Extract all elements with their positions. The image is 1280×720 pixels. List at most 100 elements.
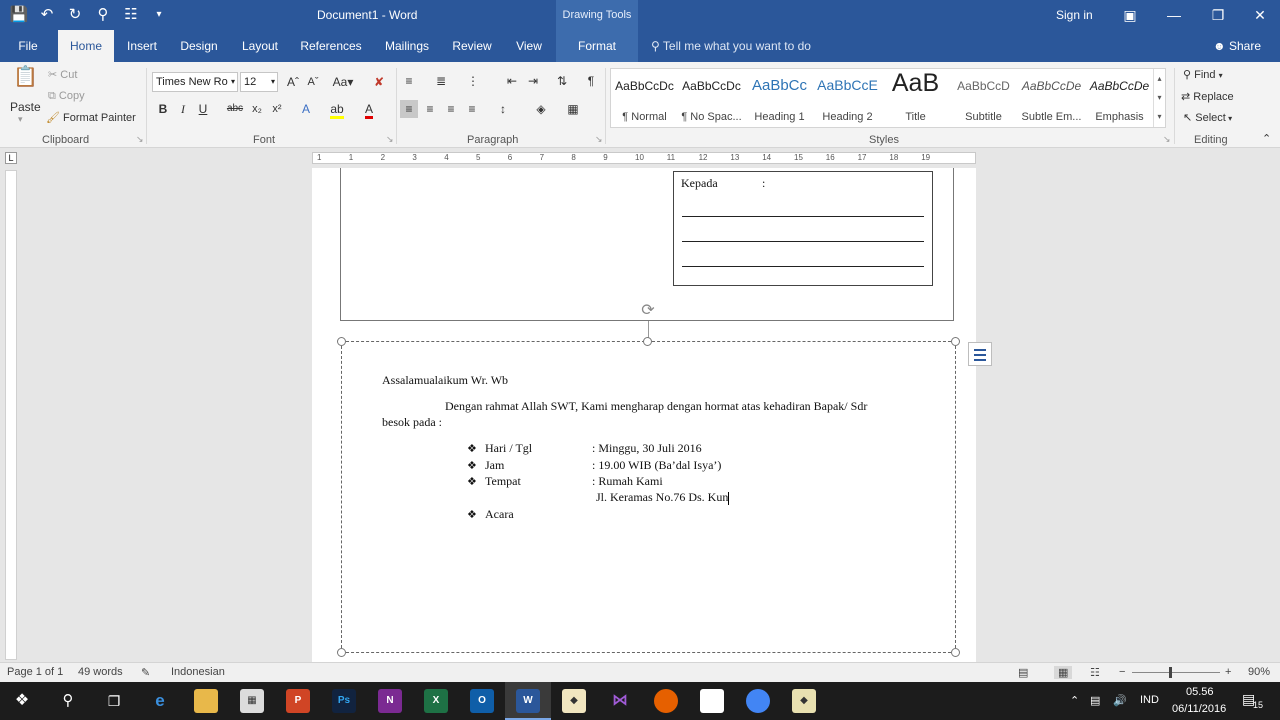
- page-count[interactable]: Page 1 of 1: [7, 666, 63, 678]
- powerpoint-icon[interactable]: P: [286, 689, 310, 713]
- clock-date[interactable]: 06/11/2016: [1172, 703, 1226, 715]
- style-title[interactable]: AaB Title: [882, 69, 949, 127]
- paragraph-launcher-icon[interactable]: ↘: [595, 134, 603, 145]
- rotate-handle-icon[interactable]: ⟳: [638, 301, 658, 321]
- format-painter-button[interactable]: 🖌 Format Painter: [46, 111, 136, 124]
- line-spacing-icon[interactable]: ↕: [494, 100, 512, 118]
- undo-icon[interactable]: ↶: [36, 4, 58, 26]
- bullets-icon[interactable]: ≡: [400, 72, 418, 90]
- tab-insert[interactable]: Insert: [120, 30, 164, 62]
- visual-studio-icon[interactable]: ⋈: [608, 689, 632, 713]
- zoom-in-icon[interactable]: +: [1225, 666, 1231, 678]
- print-layout-icon[interactable]: ▦: [1054, 666, 1073, 679]
- find-button[interactable]: ⚲ Find ▾: [1183, 68, 1223, 81]
- shrink-font-icon[interactable]: Aˇ: [304, 73, 322, 91]
- justify-icon[interactable]: ≡: [463, 100, 481, 118]
- input-language[interactable]: IND: [1140, 694, 1159, 706]
- zoom-level[interactable]: 90%: [1248, 666, 1270, 678]
- align-right-icon[interactable]: ≡: [442, 100, 460, 118]
- proofing-icon[interactable]: ✎: [141, 666, 150, 679]
- style-subtle-emphasis[interactable]: AaBbCcDe Subtle Em...: [1018, 69, 1085, 127]
- select-button[interactable]: ↖ Select ▾: [1183, 111, 1232, 124]
- font-size-combo[interactable]: 12 ▾: [240, 72, 278, 92]
- word-count[interactable]: 49 words: [78, 666, 123, 678]
- style-emphasis[interactable]: AaBbCcDe Emphasis: [1086, 69, 1153, 127]
- paste-button[interactable]: Paste: [10, 100, 41, 114]
- resize-handle[interactable]: [643, 337, 652, 346]
- network-icon[interactable]: ▤: [1090, 694, 1100, 707]
- print-preview-icon[interactable]: ☷: [120, 4, 142, 26]
- style-no-spacing[interactable]: AaBbCcDc ¶ No Spac...: [678, 69, 745, 127]
- text-effects-icon[interactable]: A: [297, 100, 315, 118]
- italic-button[interactable]: I: [174, 100, 192, 118]
- volume-icon[interactable]: 🔊: [1113, 694, 1127, 707]
- tab-home[interactable]: Home: [58, 30, 114, 62]
- align-center-icon[interactable]: ≡: [421, 100, 439, 118]
- tab-references[interactable]: References: [298, 30, 364, 62]
- tab-view[interactable]: View: [508, 30, 550, 62]
- bold-button[interactable]: B: [154, 100, 172, 118]
- clock-time[interactable]: 05.56: [1186, 686, 1214, 698]
- style-heading-1[interactable]: AaBbCc Heading 1: [746, 69, 813, 127]
- font-color-icon[interactable]: A: [360, 100, 378, 119]
- onenote-icon[interactable]: N: [378, 689, 402, 713]
- change-case-icon[interactable]: Aa▾: [330, 73, 356, 91]
- touch-mode-icon[interactable]: ⚲: [92, 4, 114, 26]
- ribbon-display-options-icon[interactable]: ▣: [1108, 0, 1152, 30]
- store-icon[interactable]: ▦: [240, 689, 264, 713]
- restore-icon[interactable]: ❐: [1196, 0, 1240, 30]
- photoshop-icon[interactable]: Ps: [332, 689, 356, 713]
- zoom-slider-thumb[interactable]: [1169, 667, 1172, 678]
- layout-options-icon[interactable]: [968, 342, 992, 366]
- tab-review[interactable]: Review: [448, 30, 496, 62]
- shading-icon[interactable]: ◈: [532, 100, 550, 118]
- show-formatting-icon[interactable]: ¶: [582, 72, 600, 90]
- read-mode-icon[interactable]: ▤: [1018, 666, 1028, 679]
- outlook-icon[interactable]: O: [470, 689, 494, 713]
- borders-icon[interactable]: ▦: [564, 100, 582, 118]
- show-hidden-icons-icon[interactable]: ⌃: [1070, 694, 1079, 707]
- tab-design[interactable]: Design: [176, 30, 222, 62]
- align-left-icon[interactable]: ≡: [400, 100, 418, 118]
- tell-me-box[interactable]: ⚲ Tell me what you want to do: [651, 39, 811, 53]
- style-subtitle[interactable]: AaBbCcD Subtitle: [950, 69, 1017, 127]
- app-icon[interactable]: ◆: [562, 689, 586, 713]
- clear-formatting-icon[interactable]: ✘: [370, 73, 388, 91]
- notepad-icon[interactable]: [700, 689, 724, 713]
- styles-scroll[interactable]: ▴ ▾ ▾: [1153, 69, 1165, 127]
- cut-button[interactable]: ✂ Cut: [48, 68, 77, 81]
- highlight-icon[interactable]: ab: [328, 100, 346, 119]
- copy-button[interactable]: ⧉ Copy: [48, 90, 85, 103]
- selected-text-shape[interactable]: Assalamualaikum Wr. Wb Dengan rahmat All…: [341, 341, 956, 653]
- paste-dropdown-icon[interactable]: ▾: [18, 114, 23, 125]
- horizontal-ruler[interactable]: 1 1 2 3 4 5 6 7 8 9 10 11 12 13 14 15 16 17 18 19: [312, 152, 976, 164]
- clipboard-launcher-icon[interactable]: ↘: [136, 134, 144, 145]
- search-icon[interactable]: ⚲: [56, 689, 80, 713]
- share-button[interactable]: ☻ Share: [1213, 39, 1261, 53]
- tab-format[interactable]: Format: [556, 30, 638, 62]
- zoom-out-icon[interactable]: −: [1119, 666, 1125, 678]
- increase-indent-icon[interactable]: ⇥: [524, 72, 542, 90]
- strikethrough-button[interactable]: abc: [226, 100, 244, 118]
- minimize-icon[interactable]: —: [1152, 0, 1196, 30]
- tab-mailings[interactable]: Mailings: [378, 30, 436, 62]
- font-launcher-icon[interactable]: ↘: [386, 134, 394, 145]
- document-page[interactable]: Kepada : ⟳ Assalamualaikum Wr. Wb Dengan…: [312, 168, 976, 662]
- sign-in-link[interactable]: Sign in: [1056, 8, 1093, 22]
- resize-handle[interactable]: [951, 648, 960, 657]
- windows-start-icon[interactable]: ❖: [10, 689, 34, 713]
- grow-font-icon[interactable]: Aˆ: [284, 73, 302, 91]
- subscript-button[interactable]: x₂: [248, 100, 266, 118]
- style-heading-2[interactable]: AaBbCcE Heading 2: [814, 69, 881, 127]
- resize-handle[interactable]: [337, 648, 346, 657]
- excel-icon[interactable]: X: [424, 689, 448, 713]
- vertical-ruler[interactable]: [5, 170, 17, 660]
- task-view-icon[interactable]: ❐: [102, 689, 126, 713]
- save-icon[interactable]: 💾: [8, 4, 30, 26]
- redo-icon[interactable]: ↻: [64, 4, 86, 26]
- file-explorer-icon[interactable]: [194, 689, 218, 713]
- tab-file[interactable]: File: [8, 30, 48, 62]
- customize-qat-icon[interactable]: ▾: [148, 4, 170, 26]
- collapse-ribbon-icon[interactable]: ⌃: [1262, 132, 1271, 145]
- web-layout-icon[interactable]: ☷: [1090, 666, 1100, 679]
